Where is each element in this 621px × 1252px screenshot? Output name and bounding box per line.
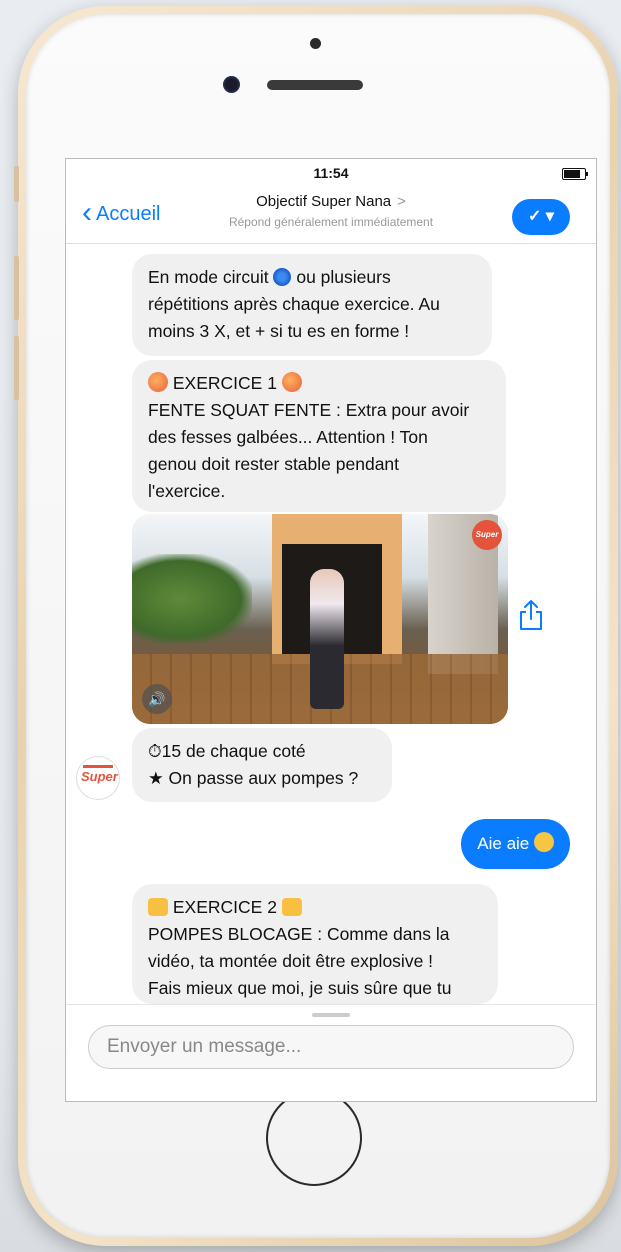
side-button bbox=[14, 336, 19, 400]
chevron-right-icon: > bbox=[397, 193, 406, 210]
message-text: Aie aie bbox=[477, 834, 530, 853]
home-button[interactable] bbox=[266, 1090, 362, 1186]
exercise-video[interactable]: Super 🔊 bbox=[132, 514, 508, 724]
cyclone-emoji-icon bbox=[273, 268, 292, 286]
message-line: répétitions après chaque exercice. Au bbox=[148, 294, 440, 314]
status-bar: 11:54 bbox=[66, 159, 596, 187]
message-line: ⏱15 de chaque coté bbox=[148, 738, 376, 765]
chat-header: ‹ Accueil Objectif Super Nana > Répond gé… bbox=[66, 187, 596, 244]
status-time: 11:54 bbox=[313, 165, 349, 181]
message-line: EXERCICE 1 bbox=[148, 370, 490, 397]
outgoing-message-bubble[interactable]: Aie aie bbox=[461, 819, 570, 869]
avatar-logo: Super bbox=[81, 769, 118, 784]
volume-icon[interactable]: 🔊 bbox=[142, 684, 172, 714]
earpiece-speaker bbox=[267, 80, 363, 90]
message-line: EXERCICE 2 bbox=[148, 894, 482, 921]
message-bubble[interactable]: ⏱15 de chaque coté ★ On passe aux pompes… bbox=[132, 728, 392, 802]
brand-logo: Super bbox=[472, 520, 502, 550]
video-person bbox=[310, 569, 344, 709]
message-bubble[interactable]: EXERCICE 1 FENTE SQUAT FENTE : Extra pou… bbox=[132, 360, 506, 512]
peach-emoji-icon bbox=[281, 372, 302, 392]
share-icon[interactable] bbox=[518, 599, 544, 631]
message-line: l'exercice. bbox=[148, 481, 226, 501]
check-dropdown-button[interactable]: ✓ ▾ bbox=[512, 199, 570, 235]
proximity-sensor bbox=[310, 38, 321, 49]
message-line: En mode circuit ou plusieurs bbox=[148, 264, 476, 291]
message-text: En mode circuit bbox=[148, 267, 269, 287]
check-dropdown-icon: ✓ ▾ bbox=[528, 208, 554, 225]
message-line: genou doit rester stable pendant bbox=[148, 454, 400, 474]
message-bubble[interactable]: En mode circuit ou plusieurs répétitions… bbox=[132, 254, 492, 356]
grin-sweat-emoji-icon bbox=[534, 832, 554, 852]
message-text: EXERCICE 2 bbox=[172, 897, 277, 917]
message-line: moins 3 X, et + si tu es en forme ! bbox=[148, 321, 410, 341]
composer: Envoyer un message... bbox=[66, 1004, 596, 1101]
peach-emoji-icon bbox=[148, 372, 168, 392]
messenger-screen: 11:54 ‹ Accueil Objectif Super Nana > Rép… bbox=[65, 158, 597, 1102]
message-text: EXERCICE 1 bbox=[172, 373, 277, 393]
message-bubble[interactable]: EXERCICE 2 POMPES BLOCAGE : Comme dans l… bbox=[132, 884, 498, 1004]
message-line: POMPES BLOCAGE : Comme dans la bbox=[148, 924, 450, 944]
side-button bbox=[14, 166, 19, 202]
stopwatch-icon: ⏱ bbox=[148, 741, 162, 761]
message-line: FENTE SQUAT FENTE : Extra pour avoir bbox=[148, 400, 470, 420]
side-button bbox=[14, 256, 19, 320]
battery-icon bbox=[562, 168, 588, 180]
message-text: ou plusieurs bbox=[296, 267, 391, 287]
avatar-bar bbox=[83, 765, 113, 768]
drag-handle[interactable] bbox=[312, 1013, 350, 1017]
raised-hands-emoji-icon bbox=[281, 898, 302, 916]
video-plants bbox=[132, 554, 252, 644]
raised-hands-emoji-icon bbox=[148, 898, 168, 916]
chat-title-text: Objectif Super Nana bbox=[256, 193, 392, 210]
message-line: Fais mieux que moi, je suis sûre que tu bbox=[148, 978, 452, 998]
message-line: ★ On passe aux pompes ? bbox=[148, 768, 359, 788]
message-thread[interactable]: En mode circuit ou plusieurs répétitions… bbox=[66, 244, 596, 1004]
message-line: vidéo, ta montée doit être explosive ! bbox=[148, 951, 434, 971]
message-line: des fesses galbées... Attention ! Ton bbox=[148, 427, 428, 447]
message-input[interactable]: Envoyer un message... bbox=[88, 1025, 574, 1069]
avatar[interactable]: Super bbox=[76, 756, 120, 800]
message-text: 15 de chaque coté bbox=[161, 741, 306, 761]
front-camera bbox=[223, 76, 240, 93]
